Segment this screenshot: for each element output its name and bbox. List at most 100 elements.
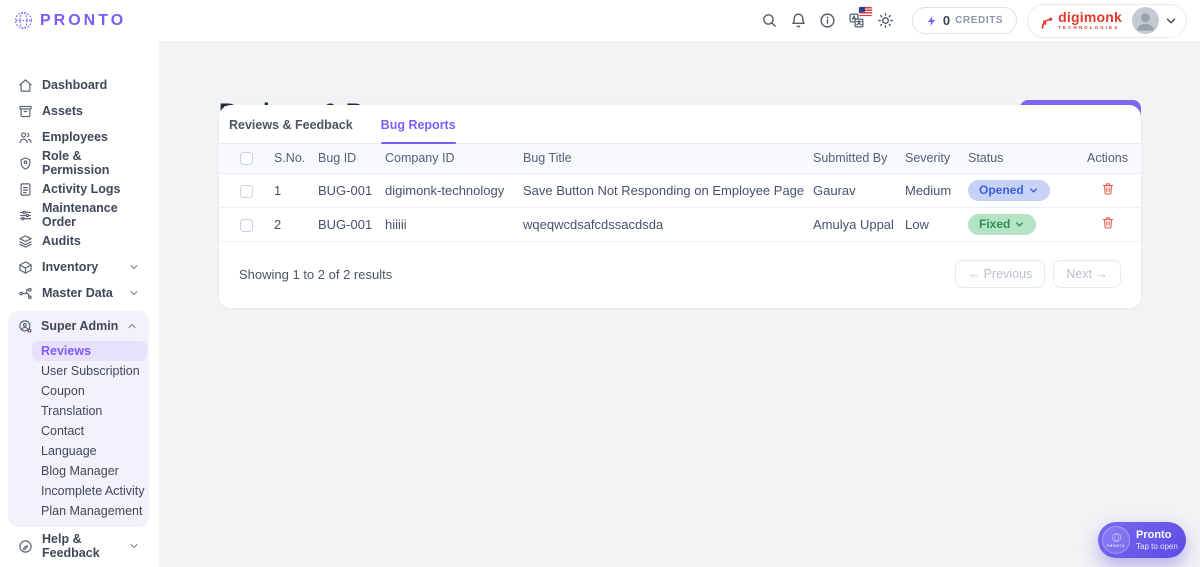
- lightning-icon: [926, 15, 938, 27]
- package-icon: [18, 260, 33, 275]
- logo-text: PRONTO: [40, 12, 126, 30]
- chevron-down-icon: [1028, 185, 1039, 196]
- column-header-bug-id: Bug ID: [318, 144, 385, 173]
- digimonk-logo: digimonk TECHNOLOGIES: [1040, 10, 1122, 31]
- cell-bug-title: wqeqwcdsafcdssacdsda: [523, 207, 813, 241]
- column-header-bug-title: Bug Title: [523, 144, 813, 173]
- previous-button[interactable]: ← Previous: [955, 260, 1046, 288]
- sidebar-item-super-admin[interactable]: Super Admin: [8, 311, 149, 341]
- sidebar-subitem-incomplete-activity[interactable]: Incomplete Activity: [32, 481, 147, 501]
- sidebar-subitem-contact[interactable]: Contact: [32, 421, 147, 441]
- pronto-logo[interactable]: PRONTO: [13, 10, 126, 31]
- pronto-chat-widget[interactable]: PRONTO Pronto Tap to open: [1098, 522, 1186, 558]
- topbar: PRONTO 0 CREDITS: [0, 0, 1200, 41]
- status-dropdown[interactable]: Fixed: [968, 214, 1036, 235]
- column-header-actions: Actions: [1087, 144, 1141, 173]
- row-checkbox[interactable]: [240, 185, 253, 198]
- status-dropdown[interactable]: Opened: [968, 180, 1050, 201]
- sidebar-subitem-coupon[interactable]: Coupon: [32, 381, 147, 401]
- sidebar-subitem-language[interactable]: Language: [32, 441, 147, 461]
- delete-button[interactable]: [1101, 181, 1115, 196]
- chevron-down-icon: [1164, 14, 1178, 28]
- sidebar-item-employees[interactable]: Employees: [0, 124, 159, 150]
- sidebar: Dashboard Assets Employees Role & Permis…: [0, 41, 159, 567]
- cell-severity: Low: [905, 207, 968, 241]
- chevron-down-icon: [128, 540, 140, 552]
- sidebar-item-label: Master Data: [42, 286, 113, 300]
- table-header-row: S.No. Bug ID Company ID Bug Title Submit…: [219, 144, 1141, 173]
- sidebar-item-activity-logs[interactable]: Activity Logs: [0, 176, 159, 202]
- theme-sun-icon[interactable]: [877, 12, 894, 29]
- bell-icon[interactable]: [790, 12, 807, 29]
- sidebar-subitem-label: Blog Manager: [41, 464, 119, 478]
- sidebar-item-label: Super Admin: [41, 319, 118, 333]
- brand-tagline: TECHNOLOGIES: [1058, 26, 1122, 31]
- credits-badge[interactable]: 0 CREDITS: [912, 7, 1017, 34]
- tab-reviews-feedback[interactable]: Reviews & Feedback: [229, 118, 353, 143]
- sidebar-item-audits[interactable]: Audits: [0, 228, 159, 254]
- sidebar-item-master-data[interactable]: Master Data: [0, 280, 159, 306]
- cell-submitted-by: Gaurav: [813, 173, 905, 207]
- super-admin-section: Super Admin Reviews User Subscription Co…: [8, 311, 149, 527]
- sidebar-subitem-label: Translation: [41, 404, 102, 418]
- sidebar-item-label: Role & Permission: [42, 149, 140, 177]
- sidebar-item-dashboard[interactable]: Dashboard: [0, 72, 159, 98]
- sidebar-subitem-label: Contact: [41, 424, 84, 438]
- layers-icon: [18, 234, 33, 249]
- sidebar-item-help-feedback[interactable]: Help & Feedback: [0, 533, 159, 559]
- credits-count: 0: [943, 13, 950, 28]
- sidebar-subitem-label: Plan Management: [41, 504, 142, 518]
- column-header-company-id: Company ID: [385, 144, 523, 173]
- user-admin-icon: [18, 319, 33, 334]
- sidebar-subitem-reviews[interactable]: Reviews: [32, 341, 147, 361]
- cell-actions: [1087, 173, 1141, 207]
- row-checkbox[interactable]: [240, 219, 253, 232]
- sidebar-item-label: Audits: [42, 234, 81, 248]
- sidebar-subitem-user-subscription[interactable]: User Subscription: [32, 361, 147, 381]
- sidebar-subitem-label: Incomplete Activity: [41, 484, 145, 498]
- chevron-up-icon: [126, 320, 138, 332]
- table-row: 1 BUG-001 digimonk-technology Save Butto…: [219, 173, 1141, 207]
- delete-button[interactable]: [1101, 215, 1115, 230]
- help-pen-icon: [18, 539, 33, 554]
- results-summary: Showing 1 to 2 of 2 results: [239, 267, 392, 282]
- tab-bug-reports[interactable]: Bug Reports: [381, 118, 456, 143]
- brand-name: digimonk: [1058, 10, 1122, 24]
- search-icon[interactable]: [761, 12, 778, 29]
- cell-bug-id: BUG-001: [318, 207, 385, 241]
- cell-submitted-by: Amulya Uppal: [813, 207, 905, 241]
- translate-icon[interactable]: [848, 12, 865, 29]
- sidebar-item-label: Dashboard: [42, 78, 107, 92]
- select-all-checkbox[interactable]: [240, 152, 253, 165]
- cell-bug-id: BUG-001: [318, 173, 385, 207]
- pronto-chat-logo-icon: PRONTO: [1102, 526, 1130, 554]
- sidebar-item-role-permission[interactable]: Role & Permission: [0, 150, 159, 176]
- cell-status: Fixed: [968, 207, 1087, 241]
- sidebar-subitem-translation[interactable]: Translation: [32, 401, 147, 421]
- avatar: [1132, 7, 1159, 34]
- tabs: Reviews & Feedback Bug Reports: [219, 105, 1141, 144]
- column-header-status: Status: [968, 144, 1087, 173]
- next-button[interactable]: Next →: [1053, 260, 1121, 288]
- globe-logo-icon: [13, 10, 34, 31]
- cell-company-id: digimonk-technology: [385, 173, 523, 207]
- account-menu[interactable]: digimonk TECHNOLOGIES: [1027, 4, 1187, 38]
- sidebar-item-label: Employees: [42, 130, 108, 144]
- sidebar-item-inventory[interactable]: Inventory: [0, 254, 159, 280]
- chevron-down-icon: [128, 287, 140, 299]
- sidebar-subitem-plan-management[interactable]: Plan Management: [32, 501, 147, 521]
- home-icon: [18, 78, 33, 93]
- sidebar-item-maintenance-order[interactable]: Maintenance Order: [0, 202, 159, 228]
- main-content: Reviews & Bugs More Actions Reviews & Fe…: [159, 41, 1200, 567]
- bug-table-body: 1 BUG-001 digimonk-technology Save Butto…: [219, 173, 1141, 241]
- sidebar-subitem-label: User Subscription: [41, 364, 140, 378]
- info-icon[interactable]: [819, 12, 836, 29]
- chevron-down-icon: [1014, 219, 1025, 230]
- sidebar-subitem-label: Coupon: [41, 384, 85, 398]
- sidebar-item-label: Assets: [42, 104, 83, 118]
- cell-company-id: hiiiii: [385, 207, 523, 241]
- sidebar-item-assets[interactable]: Assets: [0, 98, 159, 124]
- cell-bug-title: Save Button Not Responding on Employee P…: [523, 173, 813, 207]
- cell-sno: 1: [274, 173, 318, 207]
- sidebar-subitem-blog-manager[interactable]: Blog Manager: [32, 461, 147, 481]
